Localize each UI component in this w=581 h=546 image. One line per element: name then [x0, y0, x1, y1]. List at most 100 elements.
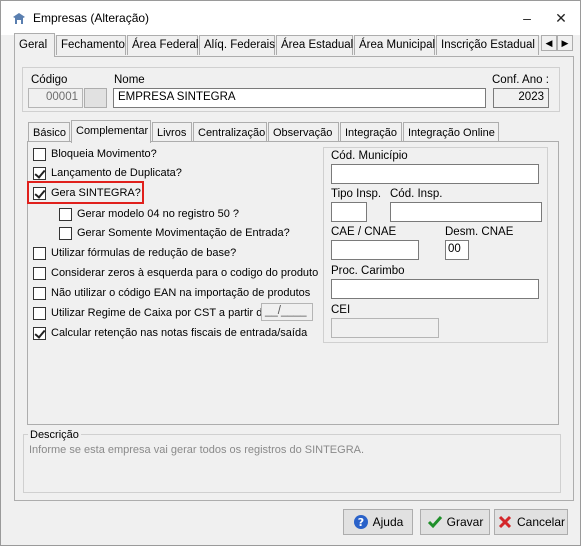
title-bar: Empresas (Alteração) – ✕: [1, 1, 580, 35]
checkbox-label: Utilizar fórmulas de redução de base?: [51, 247, 237, 259]
tab-integracao[interactable]: Integração: [340, 122, 402, 142]
nome-field[interactable]: EMPRESA SINTEGRA: [113, 88, 486, 108]
nao-utilizar-ean-checkbox[interactable]: Não utilizar o código EAN na importação …: [33, 285, 310, 301]
cei-label: CEI: [331, 304, 351, 316]
descricao-group: [23, 434, 561, 493]
gerar-modelo-04-checkbox[interactable]: Gerar modelo 04 no registro 50 ?: [59, 206, 239, 222]
checkbox-box[interactable]: [59, 226, 72, 240]
formulas-reducao-checkbox[interactable]: Utilizar fórmulas de redução de base?: [33, 245, 236, 261]
cei-field[interactable]: [331, 318, 439, 338]
tab-scroll-right-icon[interactable]: ▶: [557, 35, 573, 51]
gerar-somente-entrada-checkbox[interactable]: Gerar Somente Movimentação de Entrada?: [59, 225, 290, 241]
conf-ano-field[interactable]: 2023: [493, 88, 549, 108]
help-icon: ?: [353, 515, 368, 529]
checkbox-box[interactable]: [33, 266, 46, 280]
ajuda-button[interactable]: ? Ajuda: [343, 509, 413, 535]
checkbox-box[interactable]: [59, 207, 72, 221]
tab-fechamento[interactable]: Fechamento: [56, 35, 126, 55]
checkbox-label: Utilizar Regime de Caixa por CST a parti…: [51, 307, 269, 319]
tab-area-federal[interactable]: Área Federal: [127, 35, 198, 55]
tab-integracao-online[interactable]: Integração Online: [403, 122, 499, 142]
zeros-esquerda-checkbox[interactable]: Considerar zeros à esquerda para o codig…: [33, 265, 318, 281]
bloqueia-movimento-checkbox[interactable]: Bloqueia Movimento?: [33, 146, 157, 162]
regime-caixa-date-field[interactable]: __/____: [261, 303, 313, 321]
tab-inscricao-estadual[interactable]: Inscrição Estadual S: [436, 35, 539, 55]
proc-carimbo-label: Proc. Carimbo: [331, 265, 405, 277]
tab-aliq-federais[interactable]: Alíq. Federais: [199, 35, 275, 55]
cod-municipio-label: Cód. Município: [331, 150, 408, 162]
tab-scroll-left-icon[interactable]: ◀: [541, 35, 557, 51]
checkbox-box[interactable]: [33, 166, 46, 180]
tab-label: Área Municipal: [359, 39, 436, 51]
checkbox-label: Gerar modelo 04 no registro 50 ?: [77, 208, 240, 220]
tab-area-municipal[interactable]: Área Municipal: [354, 35, 435, 55]
window-title: Empresas (Alteração): [33, 11, 150, 25]
tipo-insp-label: Tipo Insp.: [331, 188, 382, 200]
checkbox-label: Lançamento de Duplicata?: [51, 167, 182, 179]
tab-label: Complementar: [76, 125, 149, 137]
inner-tab-strip: Básico Complementar Livros Centralização…: [28, 120, 548, 143]
tab-label: Alíq. Federais: [204, 39, 275, 51]
checkbox-box[interactable]: [33, 246, 46, 260]
cae-cnae-label: CAE / CNAE: [331, 226, 397, 238]
tab-complementar[interactable]: Complementar: [71, 120, 151, 143]
minimize-button[interactable]: –: [517, 9, 537, 27]
checkbox-label: Gera SINTEGRA?: [51, 187, 141, 199]
cod-insp-label: Cód. Insp.: [390, 188, 443, 200]
button-label: Ajuda: [372, 515, 404, 529]
tab-label: Livros: [157, 127, 187, 139]
tab-label: Integração: [345, 127, 397, 139]
regime-caixa-checkbox[interactable]: Utilizar Regime de Caixa por CST a parti…: [33, 305, 268, 321]
nome-label: Nome: [114, 74, 145, 86]
tab-label: Área Federal: [132, 39, 199, 51]
descricao-title: Descrição: [28, 429, 81, 441]
top-tab-strip: Geral Fechamento Área Federal Alíq. Fede…: [14, 33, 574, 57]
gera-sintegra-checkbox[interactable]: Gera SINTEGRA?: [33, 185, 141, 201]
tab-area-estadual[interactable]: Área Estadual: [276, 35, 353, 55]
checkbox-label: Não utilizar o código EAN na importação …: [51, 287, 311, 299]
tab-label: Fechamento: [61, 39, 125, 51]
checkbox-label: Bloqueia Movimento?: [51, 148, 157, 160]
checkbox-label: Gerar Somente Movimentação de Entrada?: [77, 227, 290, 239]
tab-label: Inscrição Estadual S: [441, 39, 539, 51]
tab-livros[interactable]: Livros: [152, 122, 192, 142]
lancamento-duplicata-checkbox[interactable]: Lançamento de Duplicata?: [33, 165, 182, 181]
checkbox-box[interactable]: [33, 326, 46, 340]
tab-label: Centralização: [198, 127, 266, 139]
tab-geral[interactable]: Geral: [14, 33, 55, 57]
checkbox-box[interactable]: [33, 186, 46, 200]
proc-carimbo-field[interactable]: [331, 279, 539, 299]
checkbox-label: Considerar zeros à esquerda para o codig…: [51, 267, 319, 279]
window: Empresas (Alteração) – ✕ Geral Fechament…: [0, 0, 581, 546]
tipo-insp-field[interactable]: [331, 202, 367, 222]
tab-basico[interactable]: Básico: [28, 122, 70, 142]
tab-label: Integração Online: [408, 127, 495, 139]
tab-label: Área Estadual: [281, 39, 354, 51]
descricao-text: Informe se esta empresa vai gerar todos …: [29, 444, 365, 456]
svg-text:?: ?: [357, 516, 363, 529]
codigo-field[interactable]: 00001: [28, 88, 83, 108]
checkbox-box[interactable]: [33, 147, 46, 161]
cancelar-button[interactable]: Cancelar: [494, 509, 568, 535]
calcular-retencao-checkbox[interactable]: Calcular retenção nas notas fiscais de e…: [33, 325, 307, 341]
app-icon: [13, 13, 25, 24]
cod-municipio-field[interactable]: [331, 164, 539, 184]
tab-label: Básico: [33, 127, 67, 139]
checkbox-box[interactable]: [33, 306, 46, 320]
checkbox-label: Calcular retenção nas notas fiscais de e…: [51, 327, 308, 339]
desm-cnae-label: Desm. CNAE: [445, 226, 514, 238]
tab-label: Geral: [19, 39, 48, 51]
button-label: Gravar: [446, 515, 484, 529]
desm-cnae-field[interactable]: 00: [445, 240, 469, 260]
cod-insp-field[interactable]: [390, 202, 542, 222]
codigo-lookup-button[interactable]: [84, 88, 107, 108]
cae-cnae-field[interactable]: [331, 240, 419, 260]
checkbox-box[interactable]: [33, 286, 46, 300]
codigo-label: Código: [31, 74, 68, 86]
tab-centralizacao[interactable]: Centralização: [193, 122, 267, 142]
tab-label: Observação: [273, 127, 333, 139]
button-label: Cancelar: [516, 515, 566, 529]
tab-observacao[interactable]: Observação: [268, 122, 339, 142]
close-button[interactable]: ✕: [551, 9, 571, 27]
gravar-button[interactable]: Gravar: [420, 509, 490, 535]
